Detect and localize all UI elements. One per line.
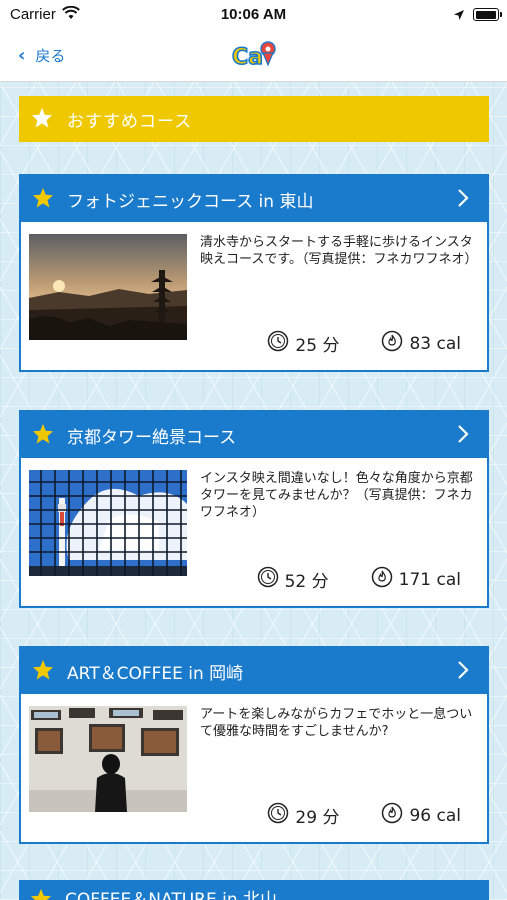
clock-icon xyxy=(267,330,289,357)
clock-icon xyxy=(267,802,289,829)
course-name: COFFEE＆NATURE in 北山 xyxy=(65,890,278,900)
recommended-title: おすすめコース xyxy=(67,111,193,132)
clock-icon xyxy=(257,566,279,593)
course-description: 清水寺からスタートする手軽に歩けるインスタ映えコースです。（写真提供：フネカワフ… xyxy=(200,235,478,267)
course-name: フォトジェニックコース in 東山 xyxy=(67,191,314,212)
chevron-right-icon xyxy=(457,660,469,684)
course-calories-value: 83 cal xyxy=(409,333,461,354)
course-meta: 25 分 83 cal xyxy=(267,330,461,357)
course-time-value: 29 分 xyxy=(295,808,340,828)
clock-time: 10:06 AM xyxy=(220,6,287,23)
course-card-body: インスタ映え間違いなし！色々な角度から京都タワーを見てみませんか？（写真提供：フ… xyxy=(21,458,487,606)
back-label: 戻る xyxy=(35,46,66,65)
course-card[interactable]: ART＆COFFEE in 岡崎 アートを楽しみながらカフェでホッと一息ついて優… xyxy=(19,646,489,844)
course-name: ART＆COFFEE in 岡崎 xyxy=(67,663,244,684)
course-name: 京都タワー絶景コース xyxy=(67,427,237,448)
course-card-body: 清水寺からスタートする手軽に歩けるインスタ映えコースです。（写真提供：フネカワフ… xyxy=(21,222,487,370)
course-meta: 52 分 171 cal xyxy=(257,566,461,593)
course-time: 29 分 xyxy=(267,802,339,829)
course-description: インスタ映え間違いなし！色々な角度から京都タワーを見てみませんか？（写真提供：フ… xyxy=(200,471,473,520)
course-list[interactable]: おすすめコース フォトジェニックコース in 東山 清水寺からスタートする手軽に… xyxy=(0,82,507,900)
course-description: アートを楽しみながらカフェでホッと一息ついて優雅な時間をすごしませんか? xyxy=(200,707,473,739)
star-icon xyxy=(32,423,54,448)
star-icon xyxy=(32,659,54,684)
course-card[interactable]: フォトジェニックコース in 東山 清水寺からスタートする手軽に歩けるインスタ映… xyxy=(19,174,489,372)
recommended-banner: おすすめコース xyxy=(19,96,489,142)
course-calories-value: 171 cal xyxy=(398,569,461,590)
course-card-header[interactable]: フォトジェニックコース in 東山 xyxy=(21,176,487,222)
navigation-bar: ‹ 戻る Ca xyxy=(0,30,507,82)
course-photo-kyoto-tower xyxy=(29,470,187,576)
star-icon xyxy=(30,888,52,900)
app-logo: Ca xyxy=(230,37,278,73)
battery-icon xyxy=(473,8,502,21)
course-calories: 96 cal xyxy=(381,802,461,829)
chevron-left-icon: ‹ xyxy=(18,44,26,66)
course-photo-higashiyama xyxy=(29,234,187,340)
star-icon xyxy=(32,187,54,212)
status-bar: Carrier 10:06 AM xyxy=(0,0,507,30)
course-calories: 83 cal xyxy=(381,330,461,357)
chevron-right-icon xyxy=(457,424,469,448)
course-calories-value: 96 cal xyxy=(409,805,461,826)
course-calories: 171 cal xyxy=(371,566,461,593)
course-card[interactable]: COFFEE＆NATURE in 北山 xyxy=(19,880,489,900)
course-photo-art-gallery xyxy=(29,706,187,812)
flame-icon xyxy=(381,330,403,357)
course-card[interactable]: 京都タワー絶景コース インスタ映え間違いなし！色々な角度から京都タワーを見てみま… xyxy=(19,410,489,608)
chevron-right-icon xyxy=(457,188,469,212)
course-time: 25 分 xyxy=(267,330,339,357)
course-card-body: アートを楽しみながらカフェでホッと一息ついて優雅な時間をすごしませんか? 29 … xyxy=(21,694,487,842)
course-time-value: 25 分 xyxy=(295,336,340,356)
course-card-header[interactable]: 京都タワー絶景コース xyxy=(21,412,487,458)
course-time: 52 分 xyxy=(257,566,329,593)
back-button[interactable]: ‹ 戻る xyxy=(18,42,65,68)
course-meta: 29 分 96 cal xyxy=(267,802,461,829)
course-card-header[interactable]: ART＆COFFEE in 岡崎 xyxy=(21,648,487,694)
course-time-value: 52 分 xyxy=(284,572,329,592)
star-icon xyxy=(31,107,53,132)
flame-icon xyxy=(371,566,393,593)
svg-text:Ca: Ca xyxy=(232,45,263,70)
flame-icon xyxy=(381,802,403,829)
location-icon xyxy=(453,8,465,26)
